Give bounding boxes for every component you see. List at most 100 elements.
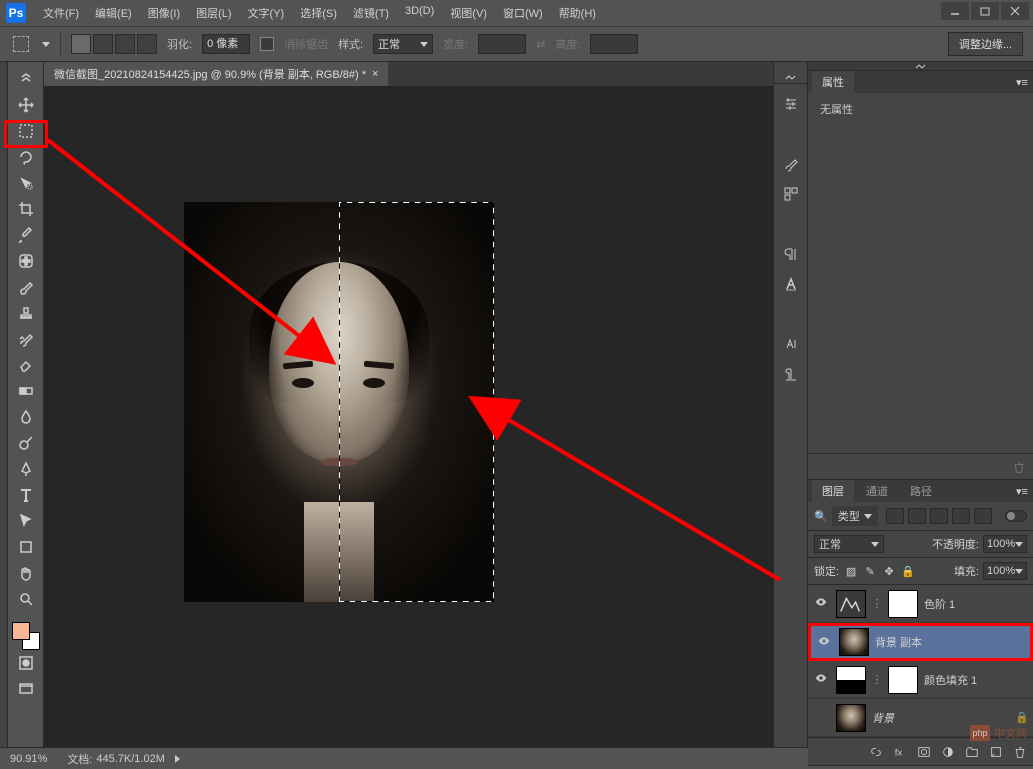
search-icon[interactable]: 🔍 [814, 510, 828, 523]
menu-help[interactable]: 帮助(H) [552, 2, 603, 24]
opacity-input[interactable]: 100% [983, 535, 1027, 553]
pen-tool[interactable] [14, 457, 38, 481]
eyedropper-tool[interactable] [14, 223, 38, 247]
zoom-display[interactable]: 90.91% [10, 753, 47, 765]
blend-mode-select[interactable]: 正常 [814, 535, 884, 553]
paths-tab[interactable]: 路径 [900, 480, 942, 502]
tool-preset-dropdown-icon[interactable] [42, 42, 50, 47]
layer-thumbnail[interactable] [836, 704, 866, 732]
brush-presets-panel-icon[interactable] [779, 184, 803, 204]
brush-panel-icon[interactable] [779, 154, 803, 174]
filter-pixel-icon[interactable] [886, 508, 904, 524]
style-select[interactable]: 正常 [373, 34, 433, 54]
menu-select[interactable]: 选择(S) [293, 2, 344, 24]
menu-type[interactable]: 文字(Y) [241, 2, 292, 24]
zoom-tool[interactable] [14, 587, 38, 611]
document-tab[interactable]: 微信截图_20210824154425.jpg @ 90.9% (背景 副本, … [44, 62, 388, 86]
dodge-tool[interactable] [14, 431, 38, 455]
character-panel-icon[interactable] [779, 274, 803, 294]
screen-mode-toggle[interactable] [14, 677, 38, 701]
lock-position-icon[interactable]: ✥ [881, 563, 897, 579]
visibility-icon[interactable] [814, 671, 828, 688]
group-icon[interactable] [963, 743, 981, 761]
close-button[interactable] [1001, 2, 1029, 20]
layer-thumbnail[interactable] [836, 590, 866, 618]
lock-pixels-icon[interactable]: ✎ [862, 563, 878, 579]
healing-tool[interactable] [14, 249, 38, 273]
menu-3d[interactable]: 3D(D) [398, 2, 441, 24]
tab-close-icon[interactable]: × [372, 68, 378, 80]
menu-image[interactable]: 图像(I) [141, 2, 187, 24]
layer-name[interactable]: 背景 [872, 710, 1009, 726]
adjustment-layer-icon[interactable] [939, 743, 957, 761]
type-tool[interactable] [14, 483, 38, 507]
dock-collapse-icon[interactable] [774, 70, 807, 84]
move-tool[interactable] [14, 93, 38, 117]
panel-menu-icon[interactable]: ▾≡ [1015, 75, 1029, 89]
filter-smart-icon[interactable] [974, 508, 992, 524]
menu-layer[interactable]: 图层(L) [189, 2, 238, 24]
crop-tool[interactable] [14, 197, 38, 221]
history-brush-tool[interactable] [14, 327, 38, 351]
gradient-tool[interactable] [14, 379, 38, 403]
filter-adjust-icon[interactable] [908, 508, 926, 524]
fill-input[interactable]: 100% [983, 562, 1027, 580]
layer-fx-icon[interactable]: fx [891, 743, 909, 761]
adjustments-panel-icon[interactable] [779, 94, 803, 114]
delete-icon[interactable] [1011, 459, 1027, 475]
brush-tool[interactable] [14, 275, 38, 299]
selection-new-button[interactable] [71, 34, 91, 54]
layer-name[interactable]: 色阶 1 [924, 596, 1029, 612]
doc-size-display[interactable]: 文档:445.7K/1.02M [67, 751, 180, 767]
visibility-icon[interactable] [814, 595, 828, 612]
menu-window[interactable]: 窗口(W) [496, 2, 550, 24]
lock-all-icon[interactable]: 🔒 [900, 563, 916, 579]
channels-tab[interactable]: 通道 [856, 480, 898, 502]
paragraph-styles-icon[interactable] [779, 364, 803, 384]
layer-mask-thumbnail[interactable] [888, 666, 918, 694]
lock-transparency-icon[interactable]: ▨ [843, 563, 859, 579]
layer-mask-thumbnail[interactable] [888, 590, 918, 618]
active-tool-icon[interactable] [10, 33, 32, 55]
maximize-button[interactable] [971, 2, 999, 20]
minimize-button[interactable] [941, 2, 969, 20]
selection-subtract-button[interactable] [115, 34, 135, 54]
lasso-tool[interactable] [14, 145, 38, 169]
filter-toggle[interactable] [1005, 510, 1027, 522]
menu-view[interactable]: 视图(V) [443, 2, 494, 24]
filter-type-icon[interactable] [930, 508, 948, 524]
selection-intersect-button[interactable] [137, 34, 157, 54]
blur-tool[interactable] [14, 405, 38, 429]
foreground-color[interactable] [12, 622, 30, 640]
layer-row[interactable]: 背景 副本 [808, 623, 1033, 661]
layer-name[interactable]: 颜色填充 1 [924, 672, 1029, 688]
canvas-viewport[interactable] [44, 86, 773, 747]
layer-row[interactable]: ⋮ 颜色填充 1 [808, 661, 1033, 699]
stamp-tool[interactable] [14, 301, 38, 325]
layers-panel-menu-icon[interactable]: ▾≡ [1015, 484, 1029, 498]
layer-row[interactable]: ⋮ 色阶 1 [808, 585, 1033, 623]
layer-name[interactable]: 背景 副本 [875, 634, 1026, 650]
character-styles-icon[interactable] [779, 334, 803, 354]
eraser-tool[interactable] [14, 353, 38, 377]
shape-tool[interactable] [14, 535, 38, 559]
delete-layer-icon[interactable] [1011, 743, 1029, 761]
paragraph-panel-icon[interactable] [779, 244, 803, 264]
layer-mask-icon[interactable] [915, 743, 933, 761]
link-layers-icon[interactable] [867, 743, 885, 761]
layers-tab[interactable]: 图层 [812, 480, 854, 502]
collapse-toolbox-icon[interactable] [14, 67, 38, 91]
marquee-tool[interactable] [14, 119, 38, 143]
properties-tab[interactable]: 属性 [812, 71, 854, 93]
quick-mask-toggle[interactable] [14, 651, 38, 675]
quick-select-tool[interactable] [14, 171, 38, 195]
selection-add-button[interactable] [93, 34, 113, 54]
filter-shape-icon[interactable] [952, 508, 970, 524]
feather-input[interactable]: 0 像素 [202, 34, 250, 54]
visibility-icon[interactable] [817, 634, 831, 651]
path-select-tool[interactable] [14, 509, 38, 533]
hand-tool[interactable] [14, 561, 38, 585]
new-layer-icon[interactable] [987, 743, 1005, 761]
color-swatch[interactable] [12, 622, 40, 650]
menu-edit[interactable]: 编辑(E) [88, 2, 139, 24]
